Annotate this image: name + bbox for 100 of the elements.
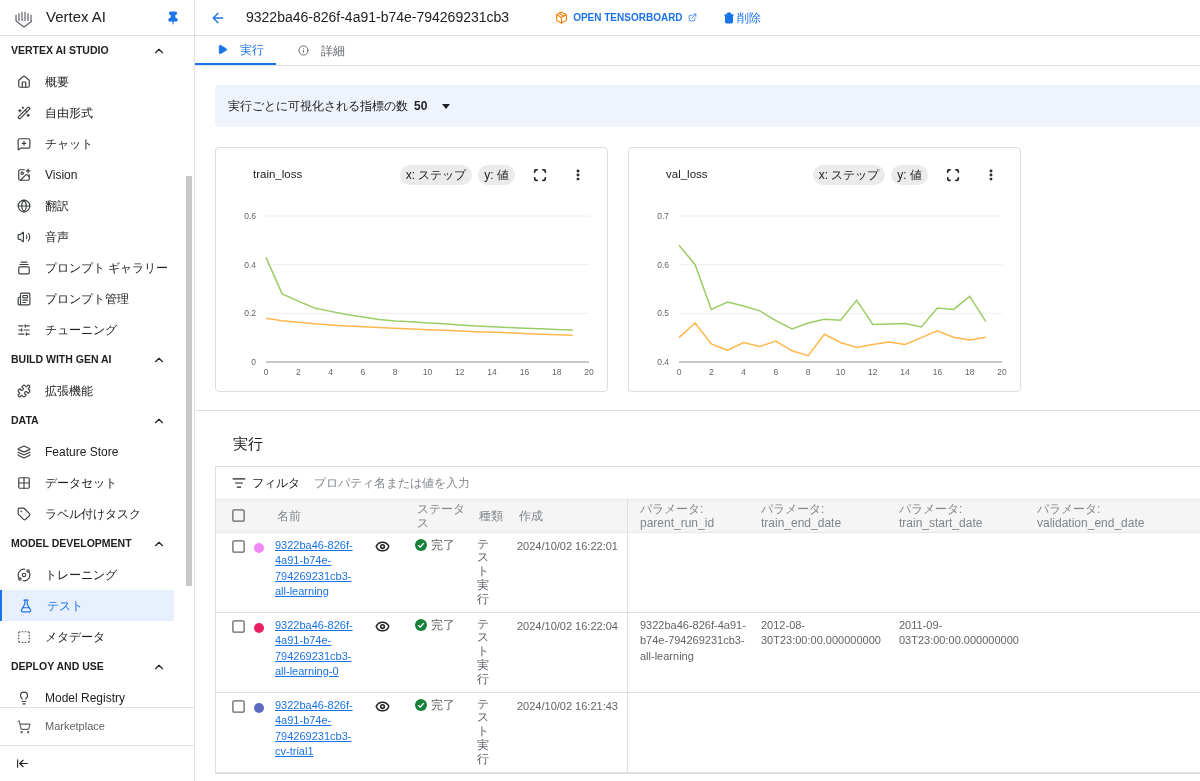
collapse-icon[interactable] bbox=[16, 757, 29, 770]
section-header[interactable]: VERTEX AI STUDIO bbox=[0, 36, 186, 66]
column-header[interactable]: パラメータ: validation_end_date bbox=[1037, 501, 1197, 530]
column-header[interactable]: 種類 bbox=[479, 508, 507, 523]
axis-chip[interactable]: x: ステップ bbox=[812, 165, 886, 185]
nav-item[interactable]: 概要 bbox=[0, 66, 174, 97]
document-icon bbox=[17, 291, 31, 306]
metrics-label: 実行ごとに可視化される指標の数 bbox=[228, 98, 408, 115]
nav-item[interactable]: 自由形式 bbox=[0, 97, 174, 128]
globe-icon bbox=[17, 198, 31, 213]
dashed-square-icon bbox=[17, 629, 31, 644]
axis-label: 16 bbox=[519, 367, 530, 377]
tag-icon bbox=[17, 506, 31, 521]
axis-chip[interactable]: x: ステップ bbox=[399, 165, 473, 185]
column-header[interactable]: 作成 bbox=[519, 508, 547, 523]
axis-label: 8 bbox=[805, 367, 811, 377]
puzzle-icon bbox=[17, 383, 31, 398]
axis-label: 16 bbox=[932, 367, 943, 377]
visibility-icon[interactable] bbox=[375, 698, 390, 714]
axis-label: 8 bbox=[392, 367, 398, 377]
section-header[interactable]: DATA bbox=[0, 406, 186, 436]
type-text: テスト実行 bbox=[477, 537, 489, 607]
column-header[interactable]: パラメータ: parent_run_id bbox=[640, 501, 759, 530]
checkbox[interactable] bbox=[231, 508, 246, 523]
axis-label: 0.4 bbox=[657, 357, 669, 367]
open-tensorboard-button[interactable]: OPEN TENSORBOARD bbox=[555, 10, 697, 25]
pin-icon[interactable] bbox=[166, 10, 180, 25]
section-title: 実行 bbox=[232, 434, 264, 454]
nav-item[interactable]: メタデータ bbox=[0, 621, 174, 652]
status-text: 完了 bbox=[431, 697, 455, 712]
column-header[interactable]: パラメータ: train_start_date bbox=[899, 501, 1035, 530]
nav-item[interactable]: Model Registry bbox=[0, 682, 174, 713]
fullscreen-icon[interactable] bbox=[533, 168, 547, 182]
metrics-value[interactable]: 50 bbox=[414, 97, 428, 115]
nav-item[interactable]: 拡張機能 bbox=[0, 375, 174, 406]
chart-title: train_loss bbox=[253, 167, 303, 183]
axis-chip[interactable]: y: 値 bbox=[891, 165, 928, 185]
status-text: 完了 bbox=[431, 537, 455, 552]
checkbox[interactable] bbox=[231, 698, 246, 714]
speaker-icon bbox=[17, 229, 31, 244]
param-value: 9322ba46-826f-4a91-b74e-794269231cb3-all-learning bbox=[640, 617, 747, 664]
run-link[interactable]: 9322ba46-826f-4a91-b74e-794269231cb3-cv-trial1 bbox=[275, 697, 359, 772]
home-icon bbox=[17, 74, 31, 89]
check-circle-icon bbox=[415, 618, 427, 631]
column-header[interactable]: パラメータ: train_end_date bbox=[761, 501, 897, 530]
nav-item[interactable]: トレーニング bbox=[0, 559, 174, 590]
axis-label: 0 bbox=[263, 367, 269, 377]
axis-label: 2 bbox=[708, 367, 714, 377]
column-header[interactable]: 名前 bbox=[277, 508, 305, 523]
axis-label: 4 bbox=[741, 367, 746, 377]
delete-button[interactable]: 削除 bbox=[722, 8, 761, 27]
axis-label: 14 bbox=[900, 367, 910, 377]
nav-item[interactable]: プロンプト ギャラリー bbox=[0, 252, 174, 283]
nav-item[interactable]: Vision bbox=[0, 159, 174, 190]
type-text: テスト実行 bbox=[477, 697, 489, 767]
scrollbar-thumb[interactable] bbox=[186, 176, 192, 586]
created-time: 2024/10/02 16:22:01 bbox=[517, 539, 618, 552]
nav-item[interactable]: チャット bbox=[0, 128, 174, 159]
nav-item[interactable]: プロンプト管理 bbox=[0, 283, 174, 314]
visibility-icon[interactable] bbox=[375, 618, 390, 634]
fullscreen-icon[interactable] bbox=[946, 168, 960, 182]
axis-label: 0 bbox=[251, 357, 256, 367]
visibility-icon[interactable] bbox=[375, 538, 390, 554]
axis-label: 6 bbox=[360, 367, 366, 377]
nav-item[interactable]: 翻訳 bbox=[0, 190, 174, 221]
axis-label: 0.6 bbox=[657, 259, 669, 270]
axis-label: 12 bbox=[868, 367, 878, 377]
axis-label: 0.4 bbox=[244, 259, 256, 270]
run-link[interactable]: 9322ba46-826f-4a91-b74e-794269231cb3-all-learning-0 bbox=[275, 617, 359, 692]
wand-icon bbox=[17, 105, 31, 120]
axis-label: 4 bbox=[328, 367, 333, 377]
axis-label: 20 bbox=[997, 367, 1007, 377]
axis-label: 14 bbox=[487, 367, 497, 377]
nav-item[interactable]: チューニング bbox=[0, 314, 174, 345]
run-link[interactable]: 9322ba46-826f-4a91-b74e-794269231cb3-all-learning bbox=[275, 537, 359, 612]
tab[interactable]: 詳細 bbox=[276, 36, 357, 65]
section-header[interactable]: BUILD WITH GEN AI bbox=[0, 345, 186, 375]
flask-icon bbox=[19, 598, 33, 613]
section-header[interactable]: DEPLOY AND USE bbox=[0, 652, 186, 682]
layers-icon bbox=[17, 444, 31, 459]
nav-item[interactable]: 音声 bbox=[0, 221, 174, 252]
external-link-icon bbox=[687, 13, 697, 22]
marketplace-link[interactable]: Marketplace bbox=[45, 718, 105, 735]
check-circle-icon bbox=[415, 538, 427, 551]
type-text: テスト実行 bbox=[477, 617, 489, 687]
tab[interactable]: 実行 bbox=[195, 36, 276, 65]
nav-item[interactable]: ラベル付けタスク bbox=[0, 498, 174, 529]
axis-chip[interactable]: y: 値 bbox=[478, 165, 515, 185]
nav-item[interactable]: Feature Store bbox=[0, 436, 174, 467]
dropdown-icon[interactable] bbox=[442, 103, 451, 109]
section-header[interactable]: MODEL DEVELOPMENT bbox=[0, 529, 186, 559]
checkbox[interactable] bbox=[231, 618, 246, 634]
filter-field[interactable]: プロパティ名または値を入力 bbox=[314, 473, 614, 492]
axis-label: 18 bbox=[551, 367, 562, 377]
column-header[interactable]: ステータス bbox=[417, 501, 477, 530]
filter-icon bbox=[232, 475, 246, 490]
nav-item[interactable]: データセット bbox=[0, 467, 174, 498]
checkbox[interactable] bbox=[231, 538, 246, 554]
nav-item[interactable]: テスト bbox=[0, 590, 174, 621]
axis-label: 0.6 bbox=[244, 211, 256, 221]
